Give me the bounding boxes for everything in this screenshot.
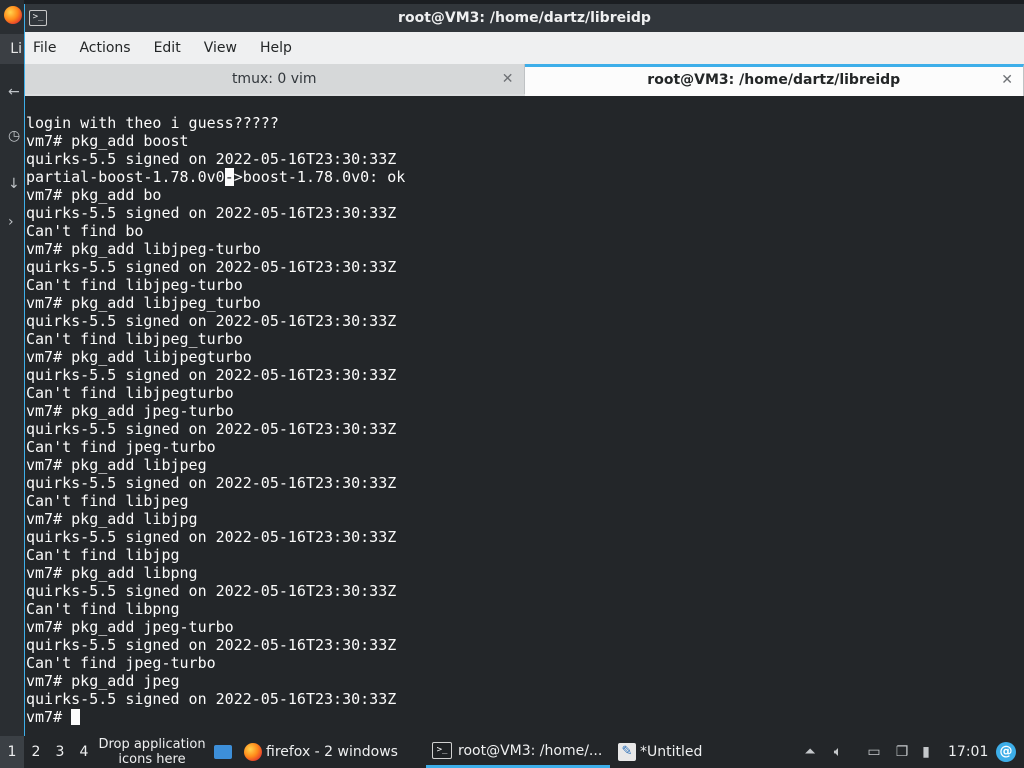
network-icon: ▭ — [867, 744, 881, 760]
show-desktop-button[interactable] — [214, 736, 232, 768]
firefox-icon — [244, 743, 262, 761]
volume-icon: 🔈︎ — [833, 744, 843, 760]
workspace-2[interactable]: 2 — [24, 736, 48, 768]
prompt-line[interactable]: vm7# — [26, 708, 1024, 726]
task-text-editor[interactable]: ✎ *Untitled — [618, 736, 702, 768]
selection-highlight: - — [224, 168, 234, 186]
clipboard-button[interactable]: ❐ — [894, 736, 910, 768]
terminal-line: vm7# pkg_add jpeg-turbo — [26, 618, 234, 636]
terminal-line: Can't find bo — [26, 222, 144, 240]
task-terminal[interactable]: >_ root@VM3: /home/... — [426, 736, 610, 768]
terminal-window: >_ root@VM3: /home/dartz/libreidp File A… — [24, 4, 1024, 736]
task-label: root@VM3: /home/... — [458, 742, 603, 759]
terminal-line: Can't find libjpeg — [26, 492, 189, 510]
volume-button[interactable]: 🔈︎ — [830, 736, 846, 768]
menu-edit[interactable]: Edit — [154, 40, 192, 56]
terminal-line: Can't find jpeg-turbo — [26, 654, 216, 672]
terminal-icon: >_ — [432, 742, 452, 759]
launcher-drop-zone[interactable]: Drop application icons here — [94, 736, 210, 768]
history-icon: ◷ — [8, 128, 21, 144]
terminal-line: vm7# pkg_add libjpeg_turbo — [26, 294, 261, 312]
tab-label: tmux: 0 vim — [231, 71, 317, 87]
menu-bar: File Actions Edit View Help — [25, 32, 1024, 64]
back-arrow-icon: ← — [8, 84, 20, 100]
terminal-line: quirks-5.5 signed on 2022-05-16T23:30:33… — [26, 690, 397, 708]
menu-help[interactable]: Help — [260, 40, 303, 56]
terminal-line: vm7# pkg_add jpeg-turbo — [26, 402, 234, 420]
terminal-line: Can't find libjpegturbo — [26, 384, 234, 402]
workspace-1[interactable]: 1 — [0, 736, 24, 768]
chevron-right-icon: › — [8, 214, 14, 230]
terminal-line: quirks-5.5 signed on 2022-05-16T23:30:33… — [26, 636, 397, 654]
debian-logo-icon: @ — [996, 742, 1016, 762]
text-editor-icon: ✎ — [618, 743, 636, 761]
terminal-output[interactable]: login with theo i guess????? vm7# pkg_add… — [25, 96, 1024, 736]
terminal-line: quirks-5.5 signed on 2022-05-16T23:30:33… — [26, 474, 397, 492]
terminal-line: vm7# pkg_add libjpegturbo — [26, 348, 252, 366]
terminal-line: Can't find libjpeg_turbo — [26, 330, 243, 348]
text-cursor — [71, 709, 81, 725]
terminal-line: quirks-5.5 signed on 2022-05-16T23:30:33… — [26, 258, 397, 276]
terminal-line: quirks-5.5 signed on 2022-05-16T23:30:33… — [26, 150, 397, 168]
terminal-line: Can't find libpng — [26, 600, 180, 618]
menu-view[interactable]: View — [204, 40, 248, 56]
terminal-line: login with theo i guess????? — [26, 114, 279, 132]
terminal-line: vm7# pkg_add libpng — [26, 564, 198, 582]
battery-icon: ▮ — [922, 744, 930, 760]
tab-bar: tmux: 0 vim ✕ root@VM3: /home/dartz/libr… — [25, 64, 1024, 97]
network-button[interactable]: ▭ — [866, 736, 882, 768]
workspace-4[interactable]: 4 — [72, 736, 96, 768]
clock[interactable]: 17:01 — [948, 736, 988, 768]
terminal-line: Can't find libjpg — [26, 546, 180, 564]
terminal-line: Can't find libjpeg-turbo — [26, 276, 243, 294]
desktop: Li ← ◷ ↓ › >_ root@VM3: /home/dartz/libr… — [0, 0, 1024, 768]
close-icon[interactable]: ✕ — [502, 64, 514, 94]
task-label: firefox - 2 windows — [266, 744, 398, 760]
terminal-line: quirks-5.5 signed on 2022-05-16T23:30:33… — [26, 582, 397, 600]
terminal-line: quirks-5.5 signed on 2022-05-16T23:30:33… — [26, 366, 397, 384]
task-label: *Untitled — [640, 744, 703, 760]
menu-actions[interactable]: Actions — [79, 40, 141, 56]
task-firefox[interactable]: firefox - 2 windows — [244, 736, 398, 768]
terminal-line: vm7# pkg_add bo — [26, 186, 162, 204]
clipboard-icon: ❐ — [895, 744, 909, 760]
tab-tmux[interactable]: tmux: 0 vim ✕ — [25, 64, 525, 94]
terminal-line: vm7# pkg_add boost — [26, 132, 189, 150]
firefox-icon[interactable] — [4, 6, 22, 24]
menu-button[interactable]: @ — [996, 736, 1016, 768]
workspace-3[interactable]: 3 — [48, 736, 72, 768]
tab-label: root@VM3: /home/dartz/libreidp — [647, 72, 901, 88]
terminal-line: partial-boost-1.78.0v0->boost-1.78.0v0: … — [26, 168, 406, 186]
prompt: vm7# — [26, 708, 72, 726]
menu-file[interactable]: File — [33, 40, 67, 56]
tray-upload-icon: ⏶ — [804, 744, 816, 760]
background-tab[interactable]: Li — [0, 34, 24, 64]
tray-notifications[interactable]: ⏶ — [802, 736, 818, 768]
background-window-strip: Li ← ◷ ↓ › — [0, 0, 24, 736]
terminal-line: vm7# pkg_add jpeg — [26, 672, 180, 690]
terminal-line: vm7# pkg_add libjpeg-turbo — [26, 240, 261, 258]
close-icon[interactable]: ✕ — [1001, 67, 1013, 94]
terminal-line: quirks-5.5 signed on 2022-05-16T23:30:33… — [26, 204, 397, 222]
terminal-line: Can't find jpeg-turbo — [26, 438, 216, 456]
tab-root-shell[interactable]: root@VM3: /home/dartz/libreidp ✕ — [524, 64, 1024, 97]
taskbar: 1 2 3 4 Drop application icons here fire… — [0, 736, 1024, 768]
battery-button[interactable]: ▮ — [918, 736, 934, 768]
terminal-line: vm7# pkg_add libjpg — [26, 510, 198, 528]
terminal-line: quirks-5.5 signed on 2022-05-16T23:30:33… — [26, 528, 397, 546]
download-icon: ↓ — [8, 176, 20, 192]
window-title: root@VM3: /home/dartz/libreidp — [398, 10, 651, 26]
terminal-line: quirks-5.5 signed on 2022-05-16T23:30:33… — [26, 312, 397, 330]
terminal-line: vm7# pkg_add libjpeg — [26, 456, 207, 474]
terminal-line: quirks-5.5 signed on 2022-05-16T23:30:33… — [26, 420, 397, 438]
desktop-icon — [214, 745, 232, 759]
window-titlebar[interactable]: >_ root@VM3: /home/dartz/libreidp — [25, 4, 1024, 32]
